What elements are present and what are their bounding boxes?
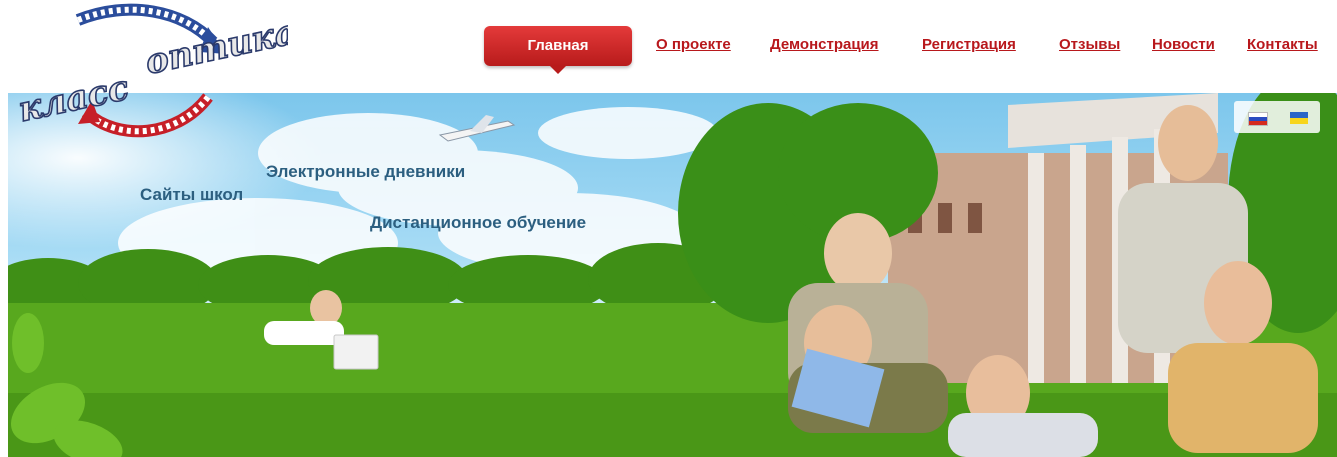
tagline-school-sites[interactable]: Сайты школ [140,185,243,205]
tagline-distance-learning[interactable]: Дистанционное обучение [370,213,586,233]
logo-text-line2: оптика [142,12,288,83]
nav-item-home[interactable]: Главная [484,26,632,74]
nav-item-about[interactable]: О проекте [656,36,731,53]
russian-flag-icon[interactable] [1248,112,1268,126]
main-navigation: Главная О проекте Демонстрация Регистрац… [484,24,1337,74]
nav-item-reviews[interactable]: Отзывы [1059,36,1120,53]
logo[interactable]: класс оптика [8,2,288,142]
language-switcher [1234,101,1320,133]
nav-item-registration[interactable]: Регистрация [922,36,1016,53]
nav-item-contacts[interactable]: Контакты [1247,36,1318,53]
ukrainian-flag-icon[interactable] [1290,112,1308,124]
banner-illustration [8,93,1337,457]
nav-item-news[interactable]: Новости [1152,36,1215,53]
hero-banner: Сайты школ Электронные дневники Дистанци… [8,93,1337,457]
tagline-electronic-diaries[interactable]: Электронные дневники [266,162,465,182]
site-header: класс оптика Главная О проекте Демонстра… [0,0,1337,138]
nav-item-demo[interactable]: Демонстрация [770,36,879,53]
logo-text-line1: класс [15,68,133,130]
